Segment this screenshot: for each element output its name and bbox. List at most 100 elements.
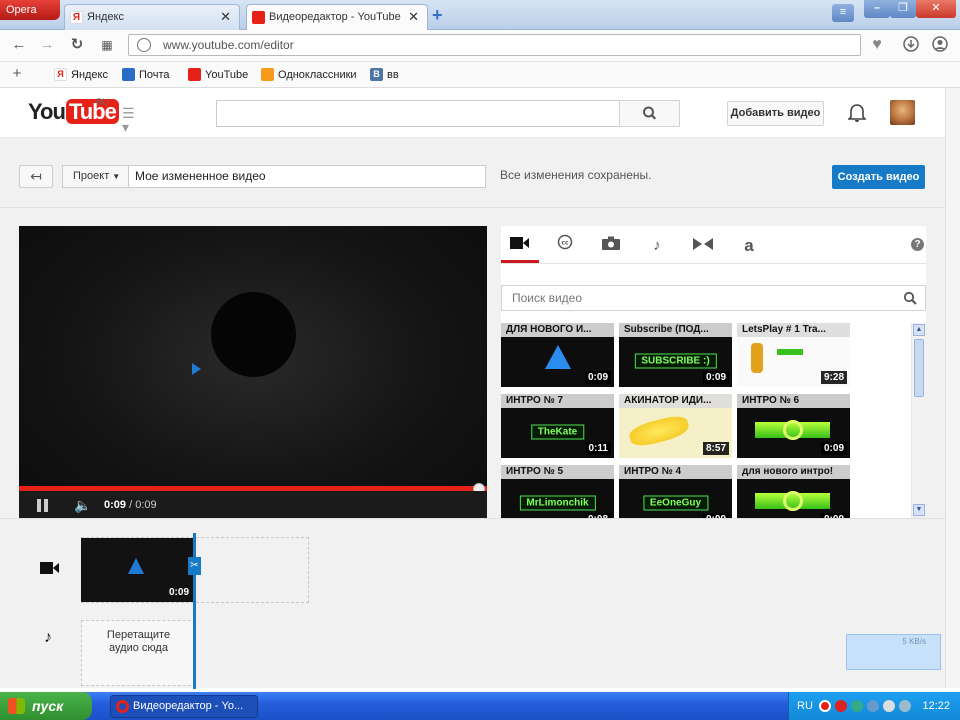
tab-video-editor[interactable]: Видеоредактор - YouTube ✕ (246, 4, 428, 30)
clip-duration: 0:09 (168, 587, 189, 598)
bookmark-youtube[interactable]: YouTube (188, 66, 248, 84)
tab-label: Яндекс (87, 11, 124, 23)
video-grid-scrollbar[interactable]: ▲ ▼ (911, 323, 926, 518)
taskbar-opera-window[interactable]: Видеоредактор - Yo... (110, 695, 258, 718)
video-thumbnail[interactable]: ДЛЯ НОВОГО И... 0:09 (501, 323, 614, 387)
account-icon[interactable] (931, 36, 949, 54)
pause-icon[interactable] (37, 499, 49, 512)
thumbnail-title: АКИНАТОР ИДИ... (619, 394, 732, 408)
help-icon[interactable]: ? (911, 238, 924, 251)
video-thumbnail[interactable]: АКИНАТОР ИДИ... 8:57 (619, 394, 732, 458)
tab-yandex[interactable]: Я Яндекс ✕ (64, 4, 240, 30)
close-tab-icon[interactable]: ✕ (408, 5, 419, 29)
speed-dial-grid-icon[interactable]: ▦ (98, 36, 116, 54)
scroll-thumb[interactable] (914, 339, 924, 397)
scissors-icon[interactable]: ✂ (188, 557, 201, 575)
yandex-favicon-icon: Я (70, 11, 83, 24)
video-thumbnail[interactable]: SUBSCRIBE :) Subscribe (ПОД... 0:09 (619, 323, 732, 387)
tray-bluetooth-icon[interactable] (867, 700, 879, 712)
bookmark-label: Яндекс (71, 69, 108, 81)
heart-icon[interactable]: ♥ (868, 36, 886, 54)
thumbnail-duration: 0:09 (584, 371, 611, 384)
video-thumbnail[interactable]: для нового интро!0:09 (737, 465, 850, 518)
globe-icon (137, 38, 151, 52)
notifications-bell-icon[interactable] (847, 102, 867, 122)
video-preview-player[interactable]: 🔈 0:09 / 0:09 (19, 226, 487, 518)
video-thumbnail[interactable]: TheKate ИНТРО № 7 0:11 (501, 394, 614, 458)
search-icon[interactable] (903, 291, 917, 305)
video-thumbnail[interactable]: MrLimonchikИНТРО № 50:08 (501, 465, 614, 518)
volume-icon[interactable]: 🔈 (74, 497, 94, 513)
youtube-favicon-icon (252, 11, 265, 24)
video-thumbnail[interactable]: LetsPlay # 1 Tra... 9:28 (737, 323, 850, 387)
browser-titlebar: Opera Я Яндекс ✕ Видеоредактор - YouTube… (0, 0, 960, 30)
transitions-icon (693, 238, 713, 250)
tray-network-icon[interactable] (851, 700, 863, 712)
player-controls: 🔈 0:09 / 0:09 (19, 491, 487, 518)
project-dropdown[interactable]: Проект ▼ (62, 165, 129, 188)
tray-monitor-icon[interactable] (899, 700, 911, 712)
total-time: / 0:09 (129, 499, 157, 511)
reload-icon[interactable]: ↻ (68, 36, 86, 54)
maximize-button[interactable]: ❐ (890, 0, 916, 18)
clip-logo-icon (128, 558, 144, 574)
play-marker-icon (192, 363, 201, 375)
tab-transitions[interactable] (684, 233, 722, 263)
thumbnail-art (627, 412, 691, 450)
video-thumbnail[interactable]: EeOneGuyИНТРО № 40:09 (619, 465, 732, 518)
vk-favicon-icon: В (370, 68, 383, 81)
timeline-playhead[interactable]: ✂ (188, 533, 201, 689)
tab-menu-icon[interactable]: ≡ (832, 4, 854, 22)
scroll-up-icon[interactable]: ▲ (913, 324, 925, 336)
back-arrow-icon[interactable]: ← (10, 36, 28, 54)
project-title-input[interactable]: Мое измененное видео (128, 165, 486, 188)
thumbnail-label: EeOneGuy (642, 495, 709, 511)
audio-drop-zone[interactable]: Перетащите аудио сюда (81, 620, 196, 686)
language-indicator[interactable]: RU (797, 692, 813, 720)
thumbnail-duration: 8:57 (702, 442, 729, 455)
tab-videos[interactable] (501, 233, 539, 263)
create-video-button[interactable]: Создать видео (832, 165, 925, 189)
back-button[interactable]: ↤ (19, 165, 53, 188)
project-label: Проект (73, 170, 110, 182)
editor-toolbar: ↤ Проект ▼ Мое измененное видео Все изме… (0, 138, 945, 208)
yandex-favicon-icon: Я (54, 68, 67, 81)
search-input[interactable] (216, 100, 620, 127)
tray-red-icon[interactable] (835, 700, 847, 712)
youtube-logo[interactable]: You Tube RU (28, 97, 119, 127)
video-search-input[interactable]: Поиск видео (501, 285, 926, 311)
bookmark-mail[interactable]: Почта (122, 66, 170, 84)
thumbnail-label: TheKate (530, 424, 585, 440)
bookmark-odnoklassniki[interactable]: Одноклассники (261, 66, 357, 84)
mail-favicon-icon (122, 68, 135, 81)
video-thumbnail[interactable]: ИНТРО № 6 0:09 (737, 394, 850, 458)
caret-down-icon: ▼ (112, 172, 121, 181)
search-button[interactable] (619, 100, 680, 127)
bookmark-yandex[interactable]: Я Яндекс (54, 66, 108, 84)
tab-photos[interactable] (592, 233, 630, 263)
tray-opera-icon[interactable] (819, 700, 831, 712)
close-window-button[interactable]: ✕ (916, 0, 956, 18)
upload-video-button[interactable]: Добавить видео (727, 101, 824, 126)
user-avatar[interactable] (890, 100, 915, 125)
bookmark-label: YouTube (205, 69, 249, 81)
tab-creative-commons[interactable]: cc (546, 233, 584, 263)
tab-audio[interactable]: ♪ (638, 233, 676, 263)
bookmark-vk[interactable]: Ввв (370, 66, 399, 84)
close-tab-icon[interactable]: ✕ (220, 5, 231, 29)
add-bookmark-icon[interactable]: + (8, 65, 26, 83)
tab-titles[interactable]: a (730, 233, 768, 263)
tray-volume-icon[interactable] (883, 700, 895, 712)
timeline-clip[interactable]: 0:09 (81, 538, 194, 602)
url-text: www.youtube.com/editor (163, 38, 294, 52)
opera-menu-button[interactable]: Opera (0, 0, 60, 20)
url-field[interactable]: www.youtube.com/editor (128, 34, 861, 56)
download-icon[interactable] (902, 36, 920, 54)
minimize-button[interactable]: – (864, 0, 890, 18)
forward-arrow-icon[interactable]: → (38, 36, 56, 54)
scroll-down-icon[interactable]: ▼ (913, 504, 925, 516)
start-button[interactable]: пуск (0, 692, 92, 720)
new-tab-button[interactable]: + (432, 6, 448, 24)
guide-menu-icon[interactable]: ☰ ▾ (122, 106, 144, 134)
page-scrollbar[interactable] (945, 88, 960, 688)
